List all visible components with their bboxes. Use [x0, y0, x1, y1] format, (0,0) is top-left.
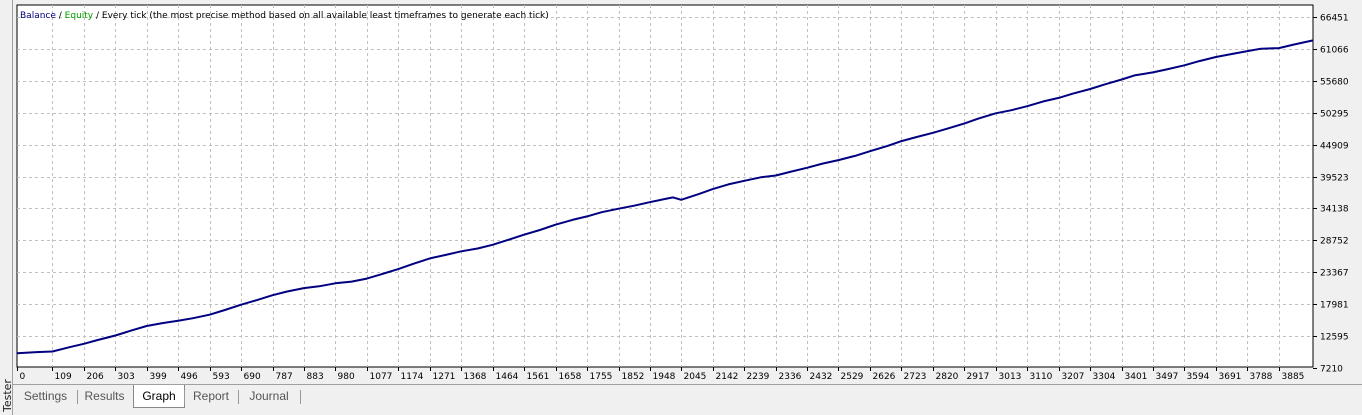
x-tick-label: 496 [181, 372, 198, 382]
x-tick-label: 3594 [1187, 372, 1210, 382]
x-tick-label: 690 [244, 372, 261, 382]
x-tick-label: 1174 [401, 372, 424, 382]
x-tick-label: 2529 [841, 372, 864, 382]
x-tick-label: 787 [276, 372, 293, 382]
x-tick-label: 593 [213, 372, 230, 382]
x-tick-label: 2626 [873, 372, 896, 382]
tab-graph[interactable]: Graph [133, 385, 185, 408]
x-tick-label: 1368 [464, 372, 487, 382]
x-tick-label: 3110 [1030, 372, 1053, 382]
tester-side-panel: Tester [0, 0, 14, 415]
x-tick-label: 3497 [1156, 372, 1179, 382]
x-tick-label: 3304 [1093, 372, 1116, 382]
x-tick-label: 2723 [904, 372, 927, 382]
x-tick-label: 1077 [370, 372, 393, 382]
x-tick-label: 0 [20, 372, 26, 382]
plot-area [16, 4, 1314, 368]
x-tick-label: 1464 [496, 372, 519, 382]
y-tick-label: 50295 [1320, 110, 1349, 120]
legend-description: Every tick (the most precise method base… [102, 11, 549, 21]
y-tick-label: 34138 [1320, 205, 1349, 215]
y-tick-label: 17981 [1320, 301, 1349, 311]
x-tick-label: 2142 [716, 372, 739, 382]
x-tick-label: 3885 [1282, 372, 1305, 382]
x-tick-label: 1658 [559, 372, 582, 382]
x-tick-label: 1948 [653, 372, 676, 382]
x-tick-label: 2432 [810, 372, 833, 382]
chart-legend: Balance / Equity / Every tick (the most … [20, 11, 549, 21]
legend-equity: Equity [65, 11, 94, 21]
balance-chart: 7210 12595 17981 23367 28752 34138 39523 44909 5… [13, 0, 1362, 384]
x-tick-label: 3691 [1219, 372, 1242, 382]
tab-separator [300, 390, 301, 404]
x-tick-label: 2239 [747, 372, 770, 382]
tab-journal[interactable]: Journal [239, 386, 299, 406]
y-tick-label: 39523 [1320, 174, 1349, 184]
x-tick-label: 2045 [684, 372, 707, 382]
y-tick-label: 7210 [1320, 365, 1343, 375]
x-tick-label: 1852 [622, 372, 645, 382]
x-tick-label: 883 [307, 372, 324, 382]
x-tick-label: 303 [118, 372, 135, 382]
x-tick-label: 2820 [936, 372, 959, 382]
x-tick-label: 2917 [967, 372, 990, 382]
legend-separator: / [56, 11, 65, 21]
tab-settings[interactable]: Settings [15, 386, 76, 406]
y-tick-label: 23367 [1320, 269, 1349, 279]
legend-balance: Balance [20, 11, 56, 21]
x-tick-label: 3207 [1062, 372, 1085, 382]
x-tick-label: 1271 [433, 372, 456, 382]
x-tick-label: 3788 [1250, 372, 1273, 382]
y-tick-label: 44909 [1320, 142, 1349, 152]
x-tick-label: 3013 [999, 372, 1022, 382]
y-tick-label: 61066 [1320, 46, 1349, 56]
x-tick-label: 109 [55, 372, 72, 382]
x-tick-label: 206 [87, 372, 104, 382]
tab-results[interactable]: Results [77, 386, 132, 406]
y-tick-label: 28752 [1320, 237, 1349, 247]
x-tick-label: 3401 [1125, 372, 1148, 382]
y-tick-label: 66451 [1320, 14, 1349, 24]
y-tick-label: 12595 [1320, 333, 1349, 343]
x-tick-label: 1755 [590, 372, 613, 382]
x-tick-label: 1561 [527, 372, 550, 382]
tester-tab-bar: Settings Results Graph Report Journal [13, 384, 1362, 415]
x-tick-label: 2336 [779, 372, 802, 382]
x-tick-label: 399 [150, 372, 167, 382]
x-tick-label: 980 [338, 372, 355, 382]
tab-report[interactable]: Report [185, 386, 237, 406]
y-tick-label: 55680 [1320, 78, 1349, 88]
legend-separator: / [93, 11, 102, 21]
